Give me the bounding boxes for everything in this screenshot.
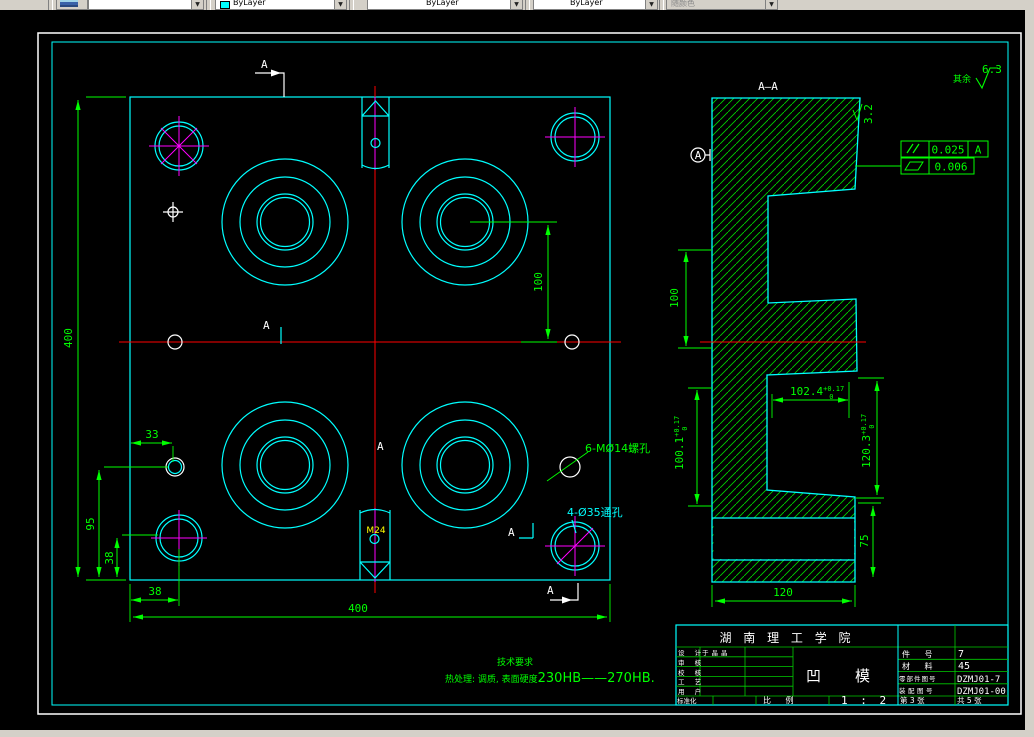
parallelism-value: 0.025 xyxy=(931,144,964,157)
hole-callouts: 6-MØ14螺孔 4-Ø35通孔 xyxy=(567,442,650,534)
plan-dimensions: 400 400 33 95 38 38 100 xyxy=(62,96,611,622)
part-code-label: 零部件图号 xyxy=(899,674,937,683)
scale-value: 1 : 2 xyxy=(841,694,889,707)
drawing-canvas[interactable]: M24 400 400 33 95 38 38 100 6-MØ14螺孔 4-Ø… xyxy=(0,0,1034,737)
sheet-no: 第 3 张 xyxy=(900,695,925,705)
dim-120-3: 120.3+0.170 xyxy=(860,414,876,468)
sheet-total: 共 5 张 xyxy=(957,696,982,705)
dim-75: 75 xyxy=(858,534,871,547)
section-cut-markers: A A A A A xyxy=(255,58,579,604)
cut-letter-mid1: A xyxy=(263,319,270,332)
die-plate-outline[interactable] xyxy=(129,96,611,581)
dim-400-left: 400 xyxy=(62,328,75,348)
notes-title: 技术要求 xyxy=(497,656,533,668)
view-direction-arrow-icon xyxy=(562,596,572,604)
row-label: 工 艺 xyxy=(678,678,705,686)
dim-100-plan: 100 xyxy=(532,272,545,292)
rough-rest-value: 6.3 xyxy=(982,63,1002,76)
school-name: 湖 南 理 工 学 院 xyxy=(719,630,854,645)
title-block: 湖 南 理 工 学 院 凹模 设 计 于晶晶 审 核 校 核 工 艺 用 户 件… xyxy=(675,624,1009,707)
through-channel xyxy=(713,518,854,559)
dim-33: 33 xyxy=(145,428,158,441)
dim-100-section: 100 xyxy=(668,288,681,308)
parallelism-datum: A xyxy=(975,144,982,157)
std-label: 标准化 xyxy=(677,696,697,705)
row-label: 审 核 xyxy=(678,658,705,667)
dim-95: 95 xyxy=(84,517,97,530)
row-label: 校 核 xyxy=(678,668,705,677)
plan-view[interactable]: M24 400 400 33 95 38 38 100 6-MØ14螺孔 4-Ø… xyxy=(62,58,650,622)
cut-letter-mid2: A xyxy=(377,440,384,453)
flatness-icon xyxy=(904,161,924,171)
datum-letter: A xyxy=(695,149,702,162)
designer-name: 于晶晶 xyxy=(702,649,731,657)
part-no: 7 xyxy=(958,649,964,660)
callout-d35: 4-Ø35通孔 xyxy=(567,506,623,519)
callout-m14: 6-MØ14螺孔 xyxy=(585,442,650,455)
parallelism-icon xyxy=(906,143,920,154)
feature-control-frames: 0.025 A 0.006 xyxy=(855,140,989,175)
notes-body: 热处理: 调质, 表面硬度230HB——270HB. xyxy=(445,671,655,686)
technical-notes: 技术要求 热处理: 调质, 表面硬度230HB——270HB. xyxy=(445,656,655,686)
dim-100-1: 100.1+0.170 xyxy=(673,416,689,470)
part-no-label: 件 号 xyxy=(902,649,939,659)
rough-rest-label: 其余 xyxy=(953,73,971,85)
material: 45 xyxy=(958,661,970,672)
cut-letter-top: A xyxy=(261,58,268,71)
slot-thread-label: M24 xyxy=(366,526,385,536)
cad-window: ▼ ByLayer ▼ ByLayer ▼ ByLayer ▼ 随颜色 ▼ M2… xyxy=(0,0,1034,737)
row-label: 用 户 xyxy=(678,687,705,696)
assembly-code-label: 装配图号 xyxy=(899,686,935,695)
section-view[interactable]: A—A A 3.2 其余 6.3 0.025 A 0.006 100 100.1… xyxy=(668,63,1002,607)
dim-102-4: 102.4+0.17 0 xyxy=(790,385,844,401)
cut-letter-mid3: A xyxy=(508,526,515,539)
datum-symbol: A xyxy=(690,147,711,163)
section-label: A—A xyxy=(758,80,778,93)
dim-400-bottom: 400 xyxy=(348,602,368,615)
section-profile[interactable] xyxy=(711,97,861,583)
roughness-side-value: 3.2 xyxy=(862,104,875,124)
flatness-value: 0.006 xyxy=(934,161,967,174)
surface-roughness-rest: 其余 6.3 xyxy=(953,63,1002,90)
sheet-frame xyxy=(37,32,1022,715)
cut-letter-bottom: A xyxy=(547,584,554,597)
part-name: 凹模 xyxy=(806,667,904,685)
view-direction-arrow-icon xyxy=(271,69,281,77)
material-label: 材 料 xyxy=(902,661,939,671)
centerlines xyxy=(119,86,621,593)
dim-38-vertical: 38 xyxy=(103,551,116,564)
part-code: DZMJ01-7 xyxy=(957,675,1000,685)
dim-38-horizontal: 38 xyxy=(148,585,161,598)
scale-label: 比 例 xyxy=(763,695,800,705)
dim-120: 120 xyxy=(773,586,793,599)
